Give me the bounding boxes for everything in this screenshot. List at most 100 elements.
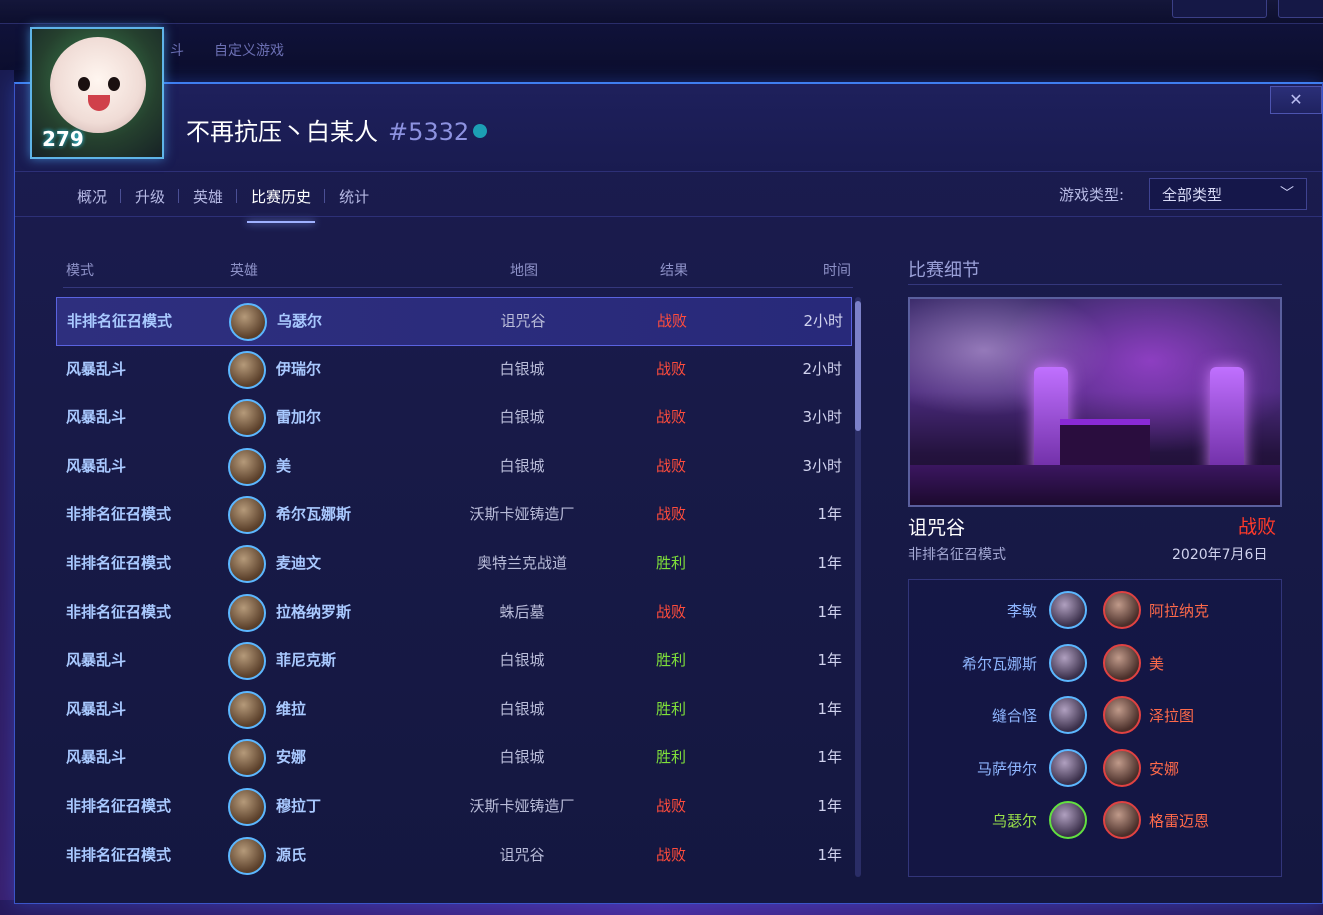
chevron-down-icon: ﹀ [1280, 186, 1294, 202]
enemy-player-name[interactable]: 阿拉纳克 [1149, 600, 1209, 621]
enemy-hero-icon[interactable] [1103, 748, 1141, 787]
hero-portrait-icon [228, 496, 266, 535]
hero-portrait-icon [229, 303, 267, 341]
table-row[interactable]: 非排名征召模式 源氏 诅咒谷 战败 1年 [56, 832, 852, 881]
tab-stats[interactable]: 统计 [324, 186, 383, 207]
table-row[interactable]: 风暴乱斗 伊瑞尔 白银城 战败 2小时 [56, 346, 852, 395]
profile-panel: ✕ 概况 升级 英雄 比赛历史 统计 游戏类型: 全部类型 ﹀ 模式 英雄 地图… [14, 82, 1323, 904]
ally-player-name[interactable]: 马萨伊尔 [977, 758, 1037, 779]
enemy-player-name[interactable]: 泽拉图 [1149, 705, 1194, 726]
row-hero: 穆拉丁 [276, 796, 322, 815]
table-row[interactable]: 风暴乱斗 维拉 白银城 胜利 1年 [56, 686, 852, 735]
row-result: 胜利 [655, 651, 686, 670]
portrait-mouth [88, 95, 110, 111]
row-result: 战败 [655, 796, 686, 815]
table-row[interactable]: 风暴乱斗 美 白银城 战败 3小时 [56, 443, 852, 492]
battletag-icon [473, 124, 488, 138]
match-map-name: 诅咒谷 [908, 517, 966, 539]
row-map: 白银城 [499, 699, 545, 718]
tab-heroes[interactable]: 英雄 [178, 186, 237, 207]
table-row[interactable]: 非排名征召模式 拉格纳罗斯 蛛后墓 战败 1年 [56, 589, 852, 638]
table-header: 模式 英雄 地图 结果 时间 [63, 260, 853, 288]
ally-player-name[interactable]: 李敏 [1007, 600, 1037, 621]
divider [908, 284, 1282, 285]
row-result: 胜利 [655, 699, 686, 718]
enemy-player-name[interactable]: 格雷迈恩 [1149, 810, 1209, 831]
table-row[interactable]: 风暴乱斗 菲尼克斯 白银城 胜利 1年 [56, 637, 852, 686]
game-type-select[interactable]: 全部类型 ﹀ [1149, 178, 1307, 210]
topbar-button[interactable] [1278, 0, 1323, 18]
ally-hero-icon[interactable] [1049, 696, 1087, 734]
row-map: 白银城 [499, 359, 545, 378]
topbar-button[interactable] [1172, 0, 1267, 18]
row-hero: 乌瑟尔 [277, 312, 323, 330]
column-header-time: 时间 [823, 263, 851, 279]
ally-hero-icon[interactable] [1049, 748, 1087, 787]
team-row: 马萨伊尔 安娜 [909, 744, 1281, 796]
scrollbar[interactable] [855, 297, 861, 877]
row-map: 白银城 [499, 748, 545, 767]
map-image [908, 297, 1282, 507]
divider [15, 216, 1322, 217]
ally-hero-icon[interactable] [1049, 801, 1087, 839]
background-glow [0, 70, 14, 915]
table-row[interactable]: 非排名征召模式 穆拉丁 沃斯卡娅铸造厂 战败 1年 [56, 783, 852, 832]
top-bar [0, 0, 1323, 24]
row-hero: 菲尼克斯 [276, 651, 337, 670]
scrollbar-thumb[interactable] [855, 301, 861, 431]
row-mode: 非排名征召模式 [66, 845, 172, 864]
profile-tabs: 概况 升级 英雄 比赛历史 统计 [63, 176, 383, 223]
row-time: 3小时 [802, 408, 842, 427]
table-row[interactable]: 风暴乱斗 安娜 白银城 胜利 1年 [56, 734, 852, 783]
table-row[interactable]: 非排名征召模式 乌瑟尔 诅咒谷 战败 2小时 [56, 297, 852, 346]
map-ground [910, 465, 1280, 505]
row-map: 诅咒谷 [500, 312, 546, 330]
ally-player-name[interactable]: 希尔瓦娜斯 [962, 653, 1037, 674]
row-result: 战败 [655, 359, 686, 378]
hero-portrait-icon [228, 739, 266, 778]
ally-player-name[interactable]: 乌瑟尔 [992, 810, 1037, 831]
breadcrumb-item[interactable]: 自定义游戏 [214, 40, 284, 60]
hero-portrait-icon [228, 787, 266, 826]
table-row[interactable]: 非排名征召模式 希尔瓦娜斯 沃斯卡娅铸造厂 战败 1年 [56, 491, 852, 540]
ally-hero-icon[interactable] [1049, 643, 1087, 682]
match-detail-title: 比赛细节 [908, 260, 980, 281]
hero-portrait-icon [228, 642, 266, 681]
column-header-mode: 模式 [66, 263, 94, 279]
ally-player-name[interactable]: 缝合怪 [992, 705, 1037, 726]
enemy-hero-icon[interactable] [1103, 643, 1141, 682]
column-header-result: 结果 [660, 263, 688, 279]
enemy-player-name[interactable]: 美 [1149, 653, 1164, 674]
table-row[interactable]: 风暴乱斗 雷加尔 白银城 战败 3小时 [56, 394, 852, 443]
row-mode: 非排名征召模式 [66, 505, 172, 524]
close-button[interactable]: ✕ [1270, 86, 1322, 114]
sub-navigation: 斗 自定义游戏 [0, 24, 1323, 70]
table-row[interactable]: 非排名征召模式 麦迪文 奥特兰克战道 胜利 1年 [56, 540, 852, 589]
row-map: 白银城 [499, 651, 545, 670]
row-mode: 风暴乱斗 [66, 408, 127, 427]
ally-hero-icon[interactable] [1049, 591, 1087, 629]
row-time: 1年 [817, 553, 842, 572]
portrait-eye [78, 77, 90, 91]
tab-match-history[interactable]: 比赛历史 [236, 186, 325, 223]
row-hero: 伊瑞尔 [276, 359, 322, 378]
row-mode: 非排名征召模式 [66, 602, 172, 621]
row-hero: 维拉 [276, 699, 307, 718]
player-portrait[interactable]: 279 [30, 27, 164, 159]
column-header-hero: 英雄 [230, 263, 258, 279]
row-map: 诅咒谷 [499, 845, 545, 864]
row-map: 沃斯卡娅铸造厂 [469, 505, 575, 524]
enemy-player-name[interactable]: 安娜 [1149, 758, 1179, 779]
enemy-hero-icon[interactable] [1103, 591, 1141, 629]
map-tower [1210, 367, 1244, 477]
tab-overview[interactable]: 概况 [63, 186, 121, 207]
enemy-hero-icon[interactable] [1103, 696, 1141, 734]
breadcrumb-item[interactable]: 斗 [170, 40, 184, 60]
row-map: 蛛后墓 [499, 602, 545, 621]
tab-progression[interactable]: 升级 [120, 186, 179, 207]
hero-portrait-icon [228, 447, 266, 486]
row-mode: 非排名征召模式 [67, 312, 173, 330]
enemy-hero-icon[interactable] [1103, 801, 1141, 839]
row-mode: 非排名征召模式 [66, 796, 172, 815]
row-hero: 美 [276, 456, 292, 475]
